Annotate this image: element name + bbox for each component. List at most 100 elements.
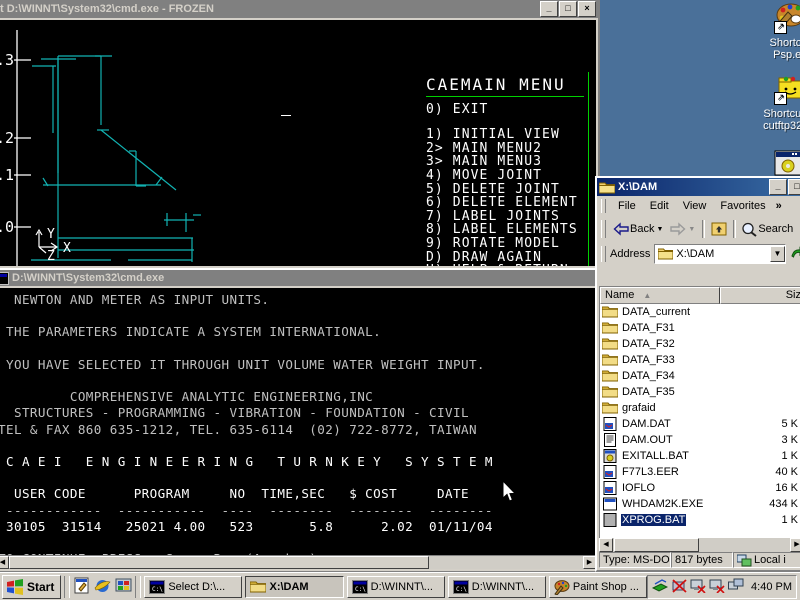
show-desktop-icon[interactable]	[115, 577, 132, 597]
taskbar[interactable]: Start C:\ Select D:\... X:\DAM C:\ D:\WI…	[0, 572, 800, 600]
menubar-grip[interactable]	[601, 199, 606, 213]
go-button[interactable]	[790, 245, 800, 263]
address-dropdown-button[interactable]: ▼	[770, 246, 785, 262]
explorer-horizontal-scrollbar[interactable]: ◀ ▶	[599, 538, 800, 552]
notepad-icon[interactable]	[73, 577, 90, 597]
list-item[interactable]: DATA_F34	[600, 368, 800, 384]
list-item[interactable]: DATA_F33	[600, 352, 800, 368]
column-header-name[interactable]: Name ▲	[600, 287, 720, 304]
list-item[interactable]: DATA_F31	[600, 320, 800, 336]
cmd-console-window[interactable]: D:\WINNT\System32\cmd.exe NEWTON AND MET…	[0, 268, 600, 573]
caemain-item-label-joints[interactable]: 7) LABEL JOINTS	[426, 210, 586, 224]
frozen-cmd-window[interactable]: t D:\WINNT\System32\cmd.exe - FROZEN _ □…	[0, 0, 600, 270]
explorer-scroll-right-button[interactable]: ▶	[790, 538, 800, 552]
explorer-window[interactable]: X:\DAM _ □ File Edit View Favorites » Ba…	[595, 176, 800, 572]
menu-favorites[interactable]: Favorites	[714, 198, 771, 214]
menu-view[interactable]: View	[677, 198, 713, 214]
caemain-item-help-return[interactable]: H) HELP & RETURN	[426, 264, 586, 266]
toolbar-grip[interactable]	[601, 220, 606, 238]
explorer-scroll-left-button[interactable]: ◀	[599, 538, 613, 552]
column-header-size[interactable]: Siz	[720, 287, 800, 304]
forward-dropdown-icon[interactable]: ▼	[688, 226, 695, 233]
network-connection-icon[interactable]	[728, 578, 744, 596]
explorer-toolbar[interactable]: Back ▼ ▼ Search	[597, 216, 800, 242]
list-item[interactable]: grafaid	[600, 400, 800, 416]
internet-explorer-icon[interactable]	[94, 577, 111, 597]
folder-icon	[249, 580, 267, 594]
list-item[interactable]: XPROG.BAT 1 K	[600, 512, 800, 528]
psp-icon	[554, 579, 570, 596]
menu-file[interactable]: File	[612, 198, 642, 214]
back-button[interactable]: Back ▼	[611, 220, 667, 238]
up-button[interactable]	[708, 219, 730, 239]
list-item[interactable]: DATA_F35	[600, 384, 800, 400]
scroll-left-button[interactable]: ◀	[0, 556, 9, 569]
task-button-select-cmd[interactable]: C:\ Select D:\...	[144, 575, 243, 598]
list-item[interactable]: F77L3.EER 40 K	[600, 464, 800, 480]
file-list-header[interactable]: Name ▲ Siz	[600, 287, 800, 304]
explorer-menubar[interactable]: File Edit View Favorites »	[597, 196, 800, 216]
network-disconnected-icon[interactable]	[671, 578, 687, 596]
cmd-console-output[interactable]: NEWTON AND METER AS INPUT UNITS. THE PAR…	[0, 288, 596, 569]
scroll-thumb[interactable]	[9, 556, 429, 569]
caemain-item-initial-view[interactable]: 1) INITIAL VIEW	[426, 128, 586, 142]
system-tray[interactable]: 4:40 PM	[647, 574, 797, 599]
up-folder-icon	[711, 222, 727, 236]
caemain-item-exit[interactable]: 0) EXIT	[426, 102, 586, 117]
menu-overflow-chevron-icon[interactable]: »	[774, 200, 784, 212]
caemain-item-main-menu2[interactable]: 2> MAIN MENU2	[426, 142, 586, 156]
list-item[interactable]: IOFLO 16 K	[600, 480, 800, 496]
caemain-menu-title: CAEMAIN MENU	[426, 75, 566, 94]
task-button-xdam[interactable]: X:\DAM	[245, 575, 344, 598]
frozen-window-titlebar[interactable]: t D:\WINNT\System32\cmd.exe - FROZEN _ □…	[0, 0, 598, 18]
taskbar-clock[interactable]: 4:40 PM	[751, 581, 792, 593]
network-transfer-icon[interactable]	[651, 578, 669, 596]
cmd-table-header: USER CODE PROGRAM NO TIME,SEC $ COST DAT…	[0, 486, 469, 502]
list-item[interactable]: DATA_F32	[600, 336, 800, 352]
minimize-button[interactable]: _	[540, 1, 558, 17]
close-button[interactable]: ×	[578, 1, 596, 17]
explorer-minimize-button[interactable]: _	[769, 179, 787, 195]
caemain-item-delete-joint[interactable]: 5) DELETE JOINT	[426, 182, 586, 197]
desktop-icon-cuteftp[interactable]: ↗ Shortcut to cutftp32.ex	[752, 73, 800, 132]
explorer-titlebar[interactable]: X:\DAM _ □	[597, 178, 800, 196]
explorer-scroll-thumb[interactable]	[614, 538, 699, 552]
caemain-item-rotate-model[interactable]: 9) ROTATE MODEL	[426, 237, 586, 251]
addressbar-grip[interactable]	[601, 246, 606, 262]
cmd-table-rule: ------------ ----------- ---- -------- -…	[0, 502, 493, 518]
forward-button[interactable]: ▼	[667, 220, 699, 238]
desktop-icon-psp[interactable]: ↗ Shortcut Psp.ex	[752, 2, 800, 61]
caemain-item-delete-element[interactable]: 6) DELETE ELEMENT	[426, 196, 586, 210]
search-button[interactable]: Search	[739, 220, 795, 239]
cmd-window-title: D:\WINNT\System32\cmd.exe	[12, 272, 165, 284]
caemain-menu-panel: CAEMAIN MENU 0) EXIT 1) INITIAL VIEW 2> …	[426, 75, 586, 266]
task-button-paint-shop[interactable]: Paint Shop ...	[548, 575, 648, 598]
list-item[interactable]: DAM.DAT 5 K	[600, 416, 800, 432]
address-input[interactable]: X:\DAM ▼	[654, 244, 786, 264]
task-button-cmd-1[interactable]: C:\ D:\WINNT\...	[346, 575, 445, 598]
menu-edit[interactable]: Edit	[644, 198, 675, 214]
file-list[interactable]: Name ▲ Siz DATA_current DATA_F31 DATA_F3…	[599, 286, 800, 538]
caemain-item-move-joint[interactable]: 4) MOVE JOINT	[426, 169, 586, 183]
start-button[interactable]: Start	[2, 574, 62, 599]
file-name: DATA_current	[622, 306, 691, 318]
caemain-item-draw-again[interactable]: D) DRAW AGAIN	[426, 250, 586, 265]
maximize-button[interactable]: □	[559, 1, 577, 17]
quick-launch-bar[interactable]	[73, 577, 132, 597]
list-item[interactable]: DAM.OUT 3 K	[600, 432, 800, 448]
svg-text:C:\: C:\	[152, 586, 163, 593]
list-item[interactable]: EXITALL.BAT 1 K	[600, 448, 800, 464]
caemain-item-main-menu3[interactable]: 3> MAIN MENU3	[426, 155, 586, 169]
cmd-horizontal-scrollbar[interactable]: ◀ ▶	[0, 555, 596, 569]
back-dropdown-icon[interactable]: ▼	[656, 226, 663, 233]
explorer-maximize-button[interactable]: □	[788, 179, 800, 195]
list-item[interactable]: WHDAM2K.EXE 434 K	[600, 496, 800, 512]
exe-file-icon	[602, 497, 618, 511]
task-button-cmd-2[interactable]: C:\ D:\WINNT\...	[447, 575, 546, 598]
explorer-addressbar[interactable]: Address X:\DAM ▼	[597, 242, 800, 266]
monitor-disconnected2-icon[interactable]	[709, 578, 725, 596]
monitor-disconnected-icon[interactable]	[690, 578, 706, 596]
caemain-item-label-elements[interactable]: 8) LABEL ELEMENTS	[426, 223, 586, 237]
list-item[interactable]: DATA_current	[600, 304, 800, 320]
cmd-window-titlebar[interactable]: D:\WINNT\System32\cmd.exe	[0, 270, 598, 286]
